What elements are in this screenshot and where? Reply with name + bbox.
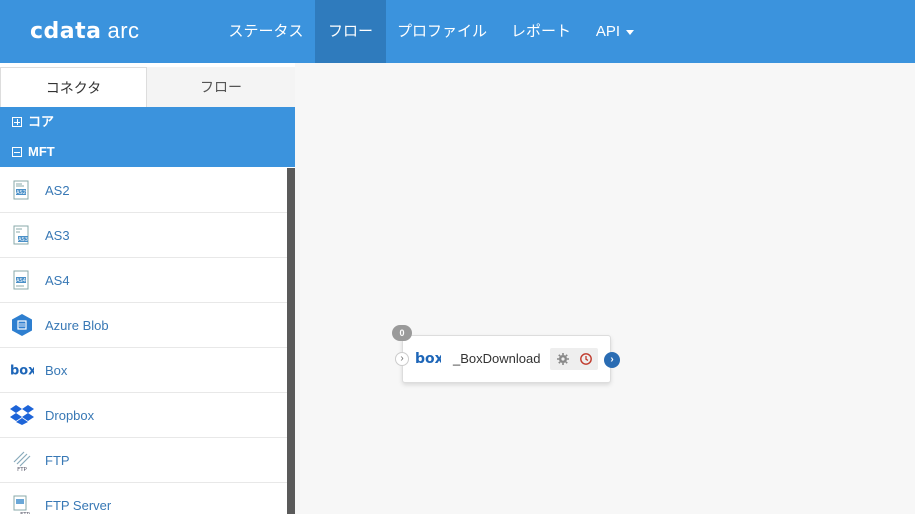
box-icon: box (10, 358, 34, 382)
node-input-port[interactable]: › (395, 352, 409, 366)
svg-text:AS2: AS2 (16, 190, 26, 196)
svg-text:box: box (415, 351, 441, 366)
nav-flow[interactable]: フロー (315, 0, 386, 63)
connector-as3[interactable]: AS3 AS3 (0, 213, 287, 258)
svg-text:box: box (10, 364, 34, 377)
logo-main: cdata (30, 19, 102, 44)
expand-icon (12, 117, 22, 127)
node-output-port[interactable]: › (604, 352, 620, 368)
category-mft[interactable]: MFT (0, 137, 295, 167)
chevron-down-icon (626, 29, 635, 35)
svg-text:AS4: AS4 (16, 278, 26, 284)
clock-icon[interactable] (579, 352, 593, 371)
connector-ftp-server[interactable]: FTP FTP Server (0, 483, 287, 514)
app-logo[interactable]: cdata arc (30, 18, 140, 44)
tab-flows[interactable]: フロー (147, 67, 295, 109)
svg-text:FTP: FTP (17, 467, 27, 472)
box-icon: box (415, 350, 444, 371)
node-title: _BoxDownload (453, 351, 541, 366)
flow-canvas[interactable] (295, 63, 915, 514)
connector-label: Box (45, 362, 68, 378)
nav-status[interactable]: ステータス (218, 0, 314, 63)
as3-icon: AS3 (10, 223, 34, 247)
category-core-label: コア (28, 114, 55, 129)
collapse-icon (12, 147, 22, 157)
svg-text:AS3: AS3 (18, 237, 28, 243)
category-core[interactable]: コア (0, 107, 295, 137)
connector-list-scrollbar[interactable] (287, 168, 295, 514)
node-actions (550, 348, 598, 370)
tab-connectors[interactable]: コネクタ (0, 67, 147, 109)
logo-sub: arc (107, 18, 140, 43)
connector-dropbox[interactable]: Dropbox (0, 393, 287, 438)
connector-as4[interactable]: AS4 AS4 (0, 258, 287, 303)
connector-label: Dropbox (45, 407, 95, 423)
connector-label: FTP (45, 452, 70, 468)
connector-azure-blob[interactable]: Azure Blob (0, 303, 287, 348)
top-navbar: cdata arc ステータス フロー プロファイル レポート API (0, 0, 915, 63)
connector-as2[interactable]: AS2 AS2 (0, 168, 287, 213)
as4-icon: AS4 (10, 268, 34, 292)
ftp-icon: FTP (10, 448, 34, 472)
connector-box[interactable]: box Box (0, 348, 287, 393)
connector-label: AS3 (45, 227, 70, 243)
ftp-server-icon: FTP (10, 493, 34, 514)
connector-list: AS2 AS2 AS3 AS3 AS4 AS4 Azure Blob box B… (0, 168, 287, 514)
connector-label: AS4 (45, 272, 70, 288)
node-count-badge: 0 (392, 325, 412, 341)
dropbox-icon (10, 403, 34, 427)
connector-label: Azure Blob (45, 317, 109, 333)
connector-ftp[interactable]: FTP FTP (0, 438, 287, 483)
connector-label: AS2 (45, 182, 70, 198)
nav-profile[interactable]: プロファイル (390, 0, 494, 63)
nav-api-label: API (595, 23, 621, 40)
connector-label: FTP Server (45, 497, 112, 513)
connector-panel: コネクタ フロー コア MFT AS2 AS2 AS3 AS3 AS4 AS4 (0, 63, 295, 514)
category-mft-label: MFT (28, 144, 55, 159)
nav-report[interactable]: レポート (500, 0, 582, 63)
azure-blob-icon (10, 313, 34, 337)
nav-api[interactable]: API (586, 0, 644, 63)
as2-icon: AS2 (10, 178, 34, 202)
gear-icon[interactable] (556, 352, 570, 371)
